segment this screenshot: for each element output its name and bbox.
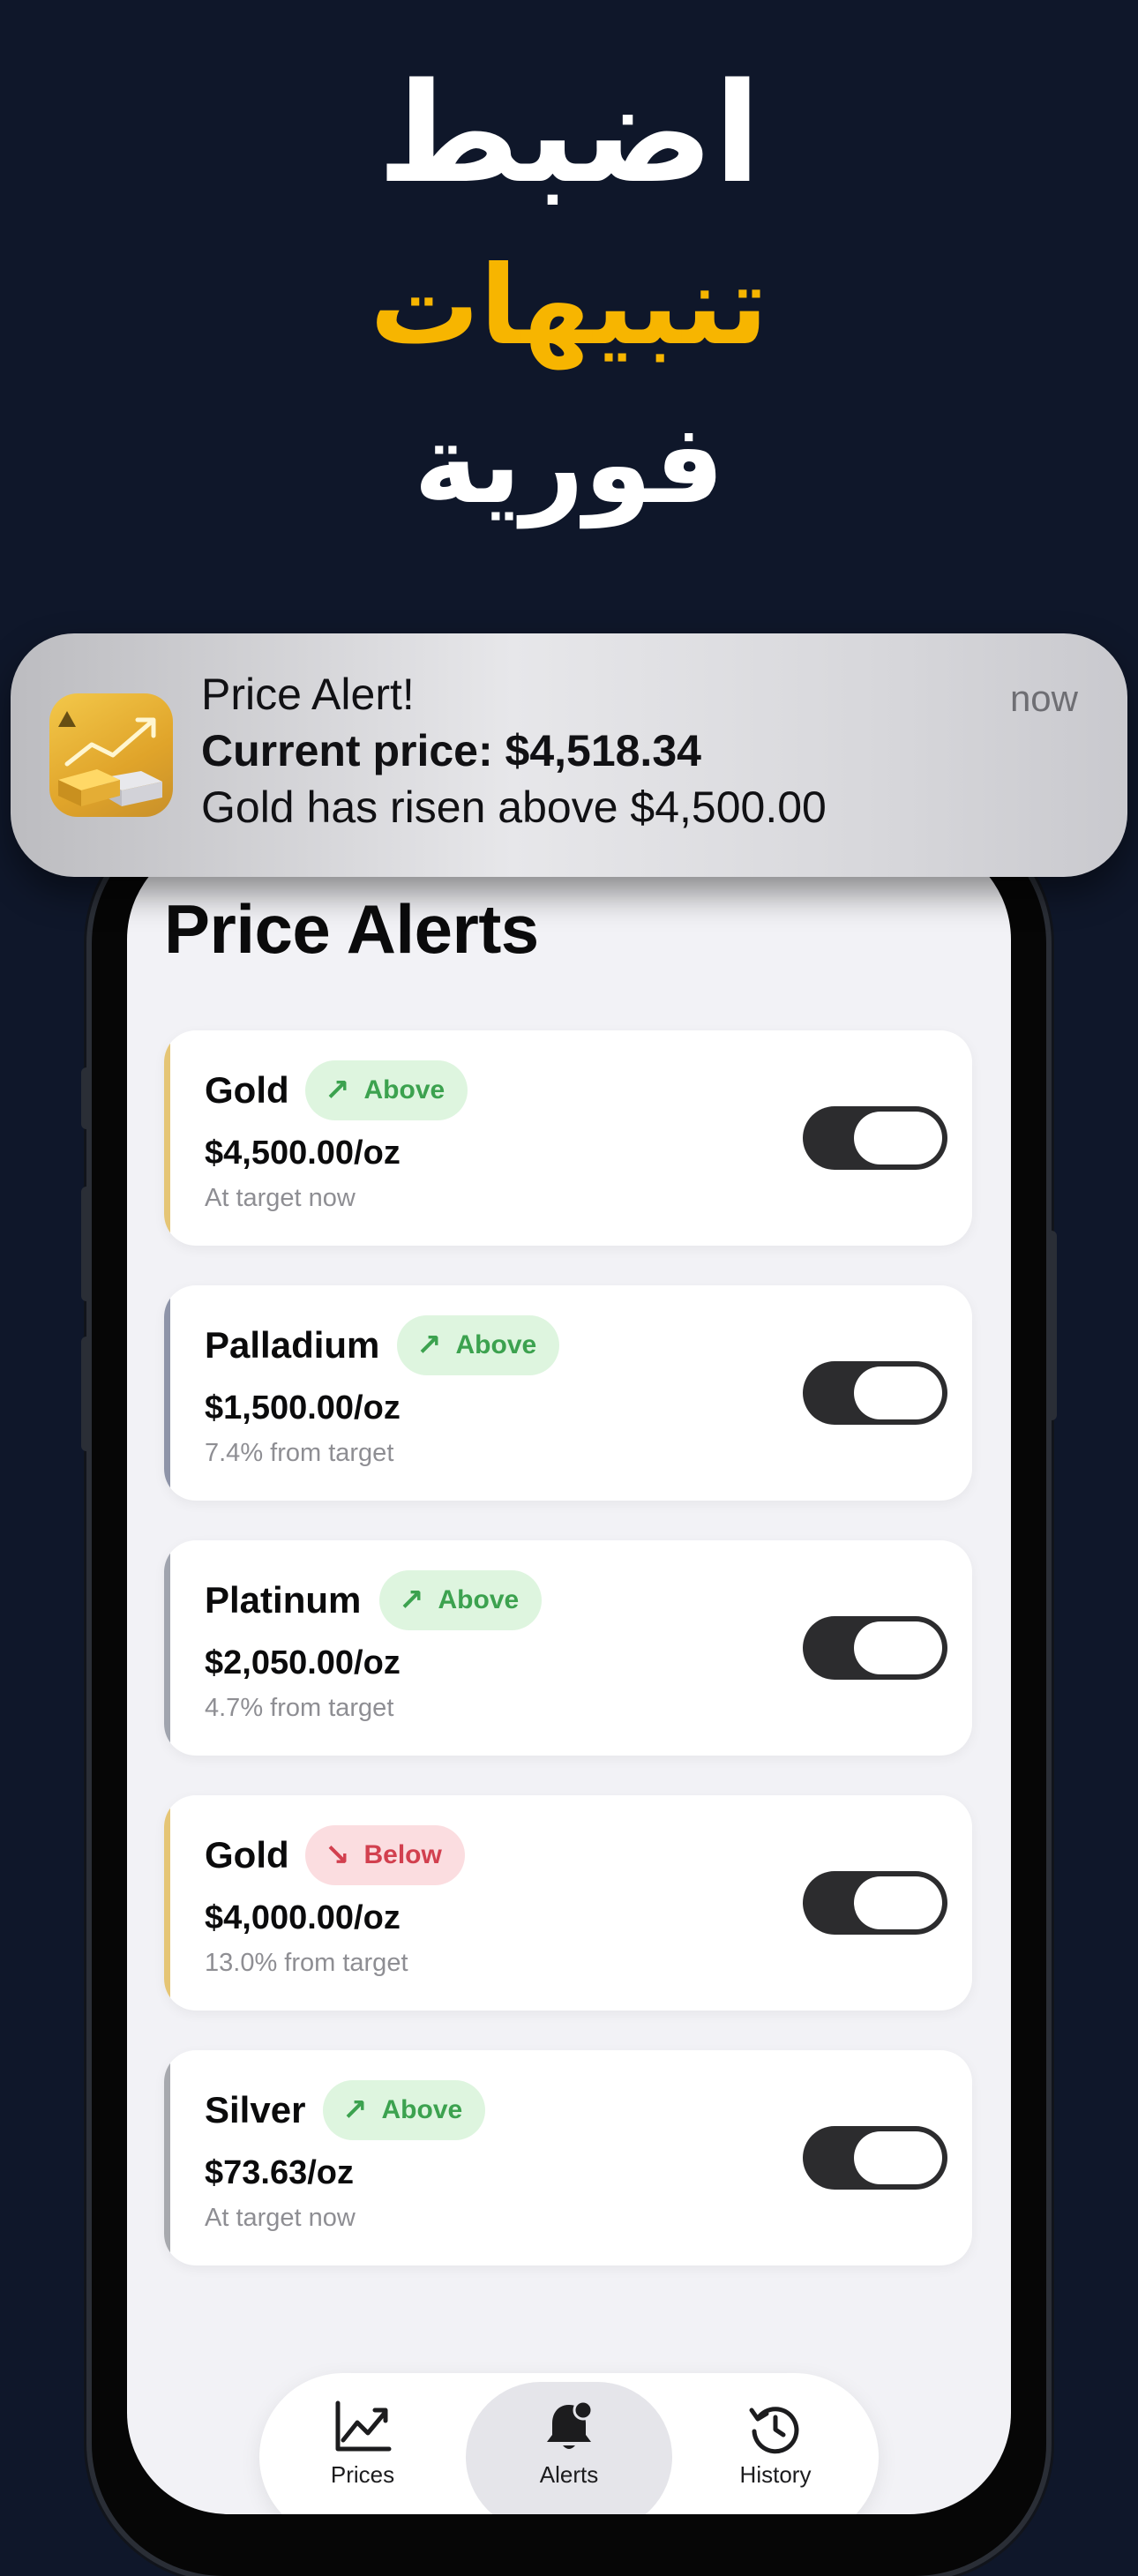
alert-target-price: $1,500.00/oz	[205, 1389, 401, 1427]
direction-badge: ↗ Above	[397, 1315, 560, 1375]
headline-line-3: فورية	[413, 401, 725, 528]
alert-metal-name: Gold	[205, 1834, 289, 1876]
headline-line-1: اضبط	[377, 53, 761, 213]
alert-card[interactable]: Gold ↘ Below $4,000.00/oz 13.0% from tar…	[164, 1795, 972, 2011]
alert-status: At target now	[205, 1184, 356, 1212]
phone-screen: Price Alerts Gold ↗ Above $4,500.00/oz A…	[127, 838, 1011, 2514]
direction-label: Above	[381, 2095, 463, 2124]
alert-target-price: $4,000.00/oz	[205, 1899, 401, 1936]
alert-enabled-toggle[interactable]	[803, 2126, 947, 2190]
direction-label: Above	[455, 1330, 537, 1359]
alert-enabled-toggle[interactable]	[803, 1871, 947, 1935]
alert-card[interactable]: Gold ↗ Above $4,500.00/oz At target now	[164, 1030, 972, 1246]
notification-message: Gold has risen above $4,500.00	[201, 783, 827, 832]
alert-metal-name: Gold	[205, 1069, 289, 1111]
alert-metal-name: Platinum	[205, 1579, 362, 1621]
alert-metal-name: Palladium	[205, 1324, 380, 1366]
tab-bar: Prices Alerts History	[259, 2373, 879, 2514]
metal-accent-bar	[164, 2050, 170, 2265]
alert-status: 4.7% from target	[205, 1694, 394, 1722]
alert-enabled-toggle[interactable]	[803, 1361, 947, 1425]
notification-title: Price Alert!	[201, 670, 415, 719]
direction-label: Above	[438, 1585, 520, 1614]
metal-accent-bar	[164, 1285, 170, 1501]
phone-power-button	[1046, 1231, 1057, 1420]
toggle-knob	[854, 1112, 942, 1164]
alert-card[interactable]: Palladium ↗ Above $1,500.00/oz 7.4% from…	[164, 1285, 972, 1501]
tab-label: History	[739, 2461, 812, 2488]
tab-alerts[interactable]: Alerts	[466, 2373, 672, 2514]
gold-bars-chart-icon	[49, 693, 173, 817]
arrow-up-right-icon: ↗	[342, 2093, 368, 2127]
arrow-up-right-icon: ↗	[399, 1584, 424, 1617]
metal-accent-bar	[164, 1030, 170, 1246]
alert-status: 13.0% from target	[205, 1949, 408, 1977]
history-clock-icon	[749, 2407, 799, 2454]
bell-icon	[547, 2400, 594, 2449]
arrow-up-right-icon: ↗	[416, 1329, 442, 1362]
direction-badge: ↗ Above	[305, 1060, 468, 1120]
toggle-knob	[854, 1367, 942, 1419]
direction-badge: ↗ Above	[379, 1570, 543, 1630]
notification-time: now	[1009, 678, 1078, 719]
direction-badge: ↗ Above	[323, 2080, 486, 2140]
alert-enabled-toggle[interactable]	[803, 1106, 947, 1170]
phone-volume-up-button	[81, 1187, 92, 1301]
alert-enabled-toggle[interactable]	[803, 1616, 947, 1680]
toggle-knob	[854, 2131, 942, 2184]
alert-target-price: $4,500.00/oz	[205, 1134, 401, 1172]
push-notification-banner[interactable]: Price Alert! Current price: $4,518.34 Go…	[11, 633, 1127, 877]
phone-volume-down-button	[81, 1337, 92, 1451]
headline-line-2: تنبيهات	[370, 243, 768, 370]
direction-label: Above	[363, 1075, 445, 1105]
alert-metal-name: Silver	[205, 2089, 306, 2130]
toggle-knob	[854, 1621, 942, 1674]
page-title: Price Alerts	[164, 890, 539, 968]
alert-status: At target now	[205, 2204, 356, 2232]
arrow-up-right-icon: ↗	[325, 1074, 350, 1107]
metal-accent-bar	[164, 1540, 170, 1756]
tab-history[interactable]: History	[672, 2373, 879, 2514]
alert-target-price: $73.63/oz	[205, 2154, 354, 2191]
alert-card[interactable]: Silver ↗ Above $73.63/oz At target now	[164, 2050, 972, 2265]
tab-label: Alerts	[539, 2461, 599, 2488]
metal-accent-bar	[164, 1795, 170, 2011]
direction-badge: ↘ Below	[305, 1825, 465, 1885]
tab-label: Prices	[330, 2461, 395, 2488]
toggle-knob	[854, 1876, 942, 1929]
alert-status: 7.4% from target	[205, 1439, 394, 1467]
direction-label: Below	[363, 1840, 442, 1869]
arrow-down-right-icon: ↘	[325, 1838, 350, 1872]
alert-card[interactable]: Platinum ↗ Above $2,050.00/oz 4.7% from …	[164, 1540, 972, 1756]
notification-current-price: Current price: $4,518.34	[201, 726, 701, 775]
phone-action-button	[81, 1067, 92, 1129]
tab-prices[interactable]: Prices	[259, 2373, 466, 2514]
chart-line-icon	[335, 2400, 392, 2452]
alert-target-price: $2,050.00/oz	[205, 1644, 401, 1681]
